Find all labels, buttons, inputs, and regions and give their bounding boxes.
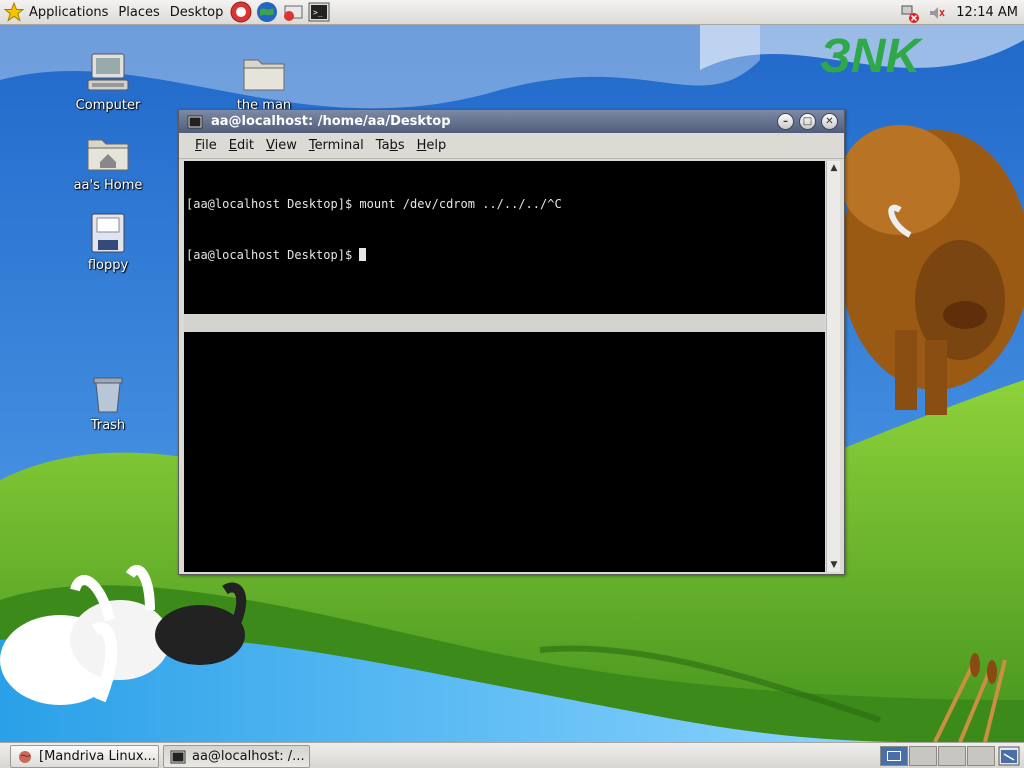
menu-desktop[interactable]: Desktop [165, 0, 229, 25]
workspace-4[interactable] [967, 746, 995, 766]
bottom-panel: [Mandriva Linux... aa@localhost: /... [0, 742, 1024, 768]
minimize-icon: – [783, 115, 788, 127]
scroll-up-arrow-icon[interactable]: ▲ [827, 161, 841, 175]
wallpaper-logo: ЗNK [820, 30, 924, 83]
network-disconnected-icon[interactable] [898, 2, 920, 24]
desktop-icon-trash[interactable]: Trash [68, 370, 148, 433]
terminal-window[interactable]: aa@localhost: /home/aa/Desktop – □ ✕ Fil… [178, 109, 845, 575]
menu-file[interactable]: File [189, 138, 223, 153]
terminal-prompt: [aa@localhost Desktop]$ [186, 248, 360, 262]
home-folder-icon [87, 139, 129, 171]
terminal-prompt-line: [aa@localhost Desktop]$ [186, 247, 823, 264]
workspace-1[interactable] [880, 746, 908, 766]
show-desktop-icon[interactable] [998, 746, 1020, 766]
browser-window-icon [19, 750, 31, 763]
terminal-render-band [184, 314, 825, 332]
text-cursor [359, 248, 367, 261]
menu-file-rest: ile [201, 138, 217, 153]
terminal-output[interactable]: [aa@localhost Desktop]$ mount /dev/cdrom… [184, 161, 825, 572]
volume-muted-icon[interactable] [926, 2, 948, 24]
terminal-menubar: File Edit View Terminal Tabs Help [179, 133, 844, 159]
menu-places[interactable]: Places [113, 0, 164, 25]
close-icon: ✕ [825, 115, 834, 127]
terminal-line: [aa@localhost Desktop]$ mount /dev/cdrom… [186, 197, 562, 211]
menu-edit[interactable]: Edit [223, 138, 260, 153]
workspace-3[interactable] [938, 746, 966, 766]
minimize-button[interactable]: – [777, 113, 794, 130]
desktop-icon-label: Computer [75, 98, 141, 113]
terminal-scrollbar[interactable]: ▲ ▼ [826, 161, 840, 572]
workspace-switcher [880, 746, 996, 766]
close-button[interactable]: ✕ [821, 113, 838, 130]
maximize-button[interactable]: □ [799, 113, 816, 130]
desktop-icon-label: floppy [87, 258, 129, 273]
workspace-2[interactable] [909, 746, 937, 766]
folder-icon [243, 59, 285, 91]
menu-terminal[interactable]: Terminal [303, 138, 370, 153]
taskbar-item-label: aa@localhost: /... [192, 749, 305, 764]
desktop-icon-label: aa's Home [73, 178, 143, 193]
floppy-icon [91, 213, 125, 253]
web-browser-icon[interactable] [255, 0, 279, 24]
menu-help[interactable]: Help [411, 138, 453, 153]
star-icon[interactable] [4, 2, 24, 22]
top-panel: Applications Places Desktop >_ 12:14 AM [0, 0, 1024, 25]
menu-tabs[interactable]: Tabs [370, 138, 411, 153]
desktop-icon-floppy[interactable]: floppy [68, 210, 148, 273]
terminal-icon[interactable]: >_ [307, 0, 331, 24]
terminal-icon[interactable] [187, 114, 203, 130]
taskbar-item-terminal[interactable]: aa@localhost: /... [163, 745, 310, 768]
maximize-icon: □ [802, 115, 813, 127]
menu-view[interactable]: View [260, 138, 303, 153]
help-icon[interactable] [229, 0, 253, 24]
terminal-icon [170, 750, 186, 763]
taskbar-item-mandriva[interactable]: [Mandriva Linux... [10, 745, 159, 768]
menu-applications[interactable]: Applications [24, 0, 113, 25]
clock[interactable]: 12:14 AM [956, 5, 1018, 20]
taskbar-item-label: [Mandriva Linux... [39, 749, 156, 764]
trash-icon [93, 377, 123, 413]
desktop-icon-label: Trash [90, 418, 126, 433]
svg-text:>_: >_ [313, 8, 323, 17]
desktop-icon-computer[interactable]: Computer [68, 50, 148, 113]
window-title: aa@localhost: /home/aa/Desktop [211, 114, 451, 129]
window-titlebar[interactable]: aa@localhost: /home/aa/Desktop – □ ✕ [179, 110, 844, 133]
notification-area: 12:14 AM [898, 0, 1018, 25]
desktop-icon-home[interactable]: aa's Home [68, 130, 148, 193]
mail-icon[interactable] [281, 0, 305, 24]
computer-icon [87, 53, 129, 91]
scroll-down-arrow-icon[interactable]: ▼ [827, 558, 841, 572]
desktop-icon-folder[interactable]: the man [224, 50, 304, 113]
